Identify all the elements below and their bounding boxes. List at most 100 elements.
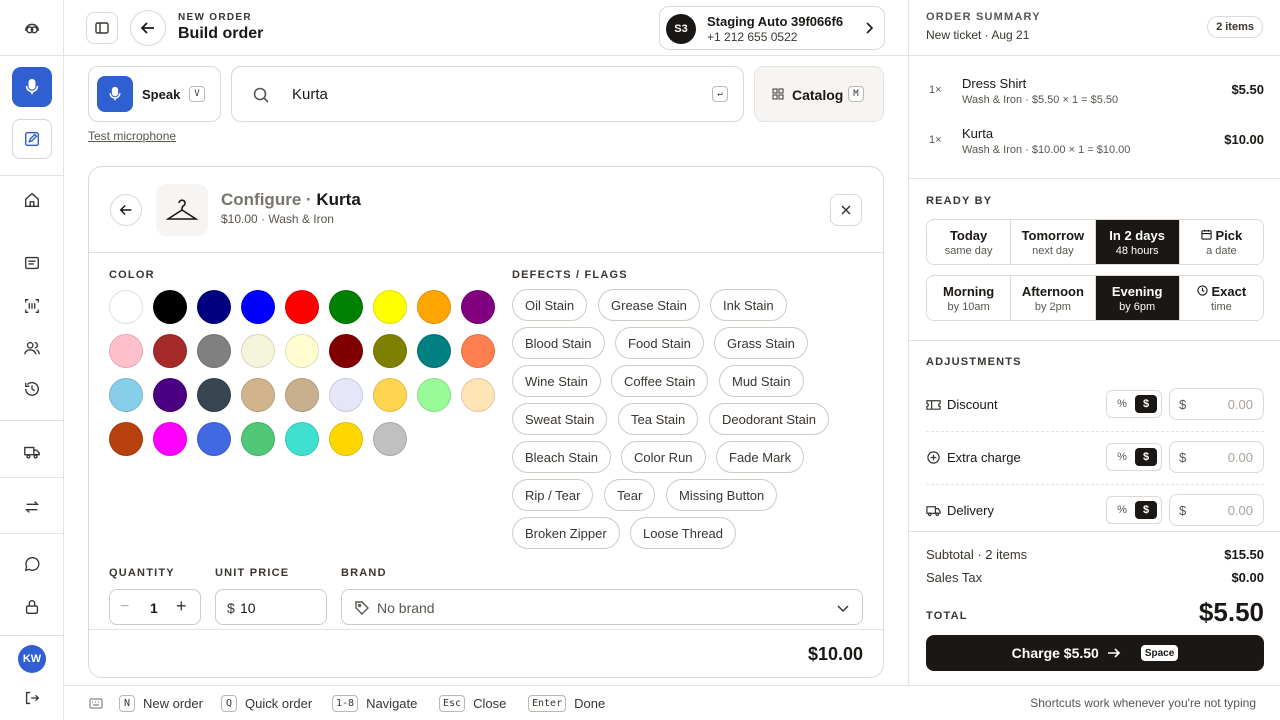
defect-flag-chip[interactable]: Food Stain bbox=[615, 327, 704, 359]
order-line[interactable]: 1× Kurta Wash & Iron · $10.00 × 1 = $10.… bbox=[926, 124, 1264, 164]
color-swatch[interactable] bbox=[285, 334, 319, 368]
color-swatch[interactable] bbox=[197, 334, 231, 368]
color-swatch[interactable] bbox=[285, 422, 319, 456]
color-swatch[interactable] bbox=[197, 290, 231, 324]
color-swatch[interactable] bbox=[461, 290, 495, 324]
transfer-icon[interactable] bbox=[12, 487, 52, 527]
user-avatar[interactable]: KW bbox=[18, 645, 46, 673]
ready-option[interactable]: Today same day bbox=[927, 220, 1012, 264]
manual-order-nav[interactable] bbox=[12, 119, 52, 159]
color-swatch[interactable] bbox=[285, 378, 319, 412]
percent-toggle[interactable]: % bbox=[1111, 448, 1133, 466]
ready-option[interactable]: Tomorrow next day bbox=[1011, 220, 1096, 264]
test-microphone-link[interactable]: Test microphone bbox=[88, 129, 176, 143]
charge-button[interactable]: Charge $5.50 Space bbox=[926, 635, 1264, 671]
color-swatch[interactable] bbox=[241, 334, 275, 368]
color-swatch[interactable] bbox=[417, 334, 451, 368]
defect-flag-chip[interactable]: Bleach Stain bbox=[512, 441, 611, 473]
color-swatch[interactable] bbox=[373, 334, 407, 368]
defect-flag-chip[interactable]: Grass Stain bbox=[714, 327, 808, 359]
color-swatch[interactable] bbox=[373, 422, 407, 456]
scan-icon[interactable] bbox=[12, 286, 52, 326]
color-swatch[interactable] bbox=[417, 290, 451, 324]
color-swatch[interactable] bbox=[417, 378, 451, 412]
back-button[interactable] bbox=[130, 10, 166, 46]
defect-flag-chip[interactable]: Broken Zipper bbox=[512, 517, 620, 549]
color-swatch[interactable] bbox=[329, 334, 363, 368]
ready-option[interactable]: Morning by 10am bbox=[927, 276, 1012, 320]
color-swatch[interactable] bbox=[461, 334, 495, 368]
color-swatch[interactable] bbox=[241, 422, 275, 456]
defect-flag-chip[interactable]: Color Run bbox=[621, 441, 706, 473]
voice-order-nav[interactable] bbox=[12, 67, 52, 107]
color-swatch[interactable] bbox=[285, 290, 319, 324]
percent-toggle[interactable]: % bbox=[1111, 395, 1133, 413]
ready-option[interactable]: Exact time bbox=[1179, 276, 1263, 320]
ready-option[interactable]: In 2 days 48 hours bbox=[1095, 220, 1180, 264]
delivery-icon[interactable] bbox=[12, 432, 52, 472]
defect-flag-chip[interactable]: Mud Stain bbox=[719, 365, 804, 397]
dollar-toggle[interactable]: $ bbox=[1135, 501, 1157, 519]
color-swatch[interactable] bbox=[241, 290, 275, 324]
color-swatch[interactable] bbox=[197, 378, 231, 412]
history-icon[interactable] bbox=[12, 369, 52, 409]
ready-option[interactable]: Afternoon by 2pm bbox=[1011, 276, 1096, 320]
increment-button[interactable]: + bbox=[176, 596, 187, 617]
app-logo-icon[interactable] bbox=[12, 8, 52, 48]
defect-flag-chip[interactable]: Wine Stain bbox=[512, 365, 601, 397]
defect-flag-chip[interactable]: Rip / Tear bbox=[512, 479, 594, 511]
chat-icon[interactable] bbox=[12, 544, 52, 584]
search-input[interactable] bbox=[292, 83, 692, 105]
sidebar-toggle-button[interactable] bbox=[86, 12, 118, 44]
color-swatch[interactable] bbox=[329, 378, 363, 412]
tickets-icon[interactable] bbox=[12, 243, 52, 283]
adjustment-amount-input[interactable]: $0.00 bbox=[1169, 388, 1264, 420]
color-swatch[interactable] bbox=[109, 290, 143, 324]
color-swatch[interactable] bbox=[241, 378, 275, 412]
defect-flag-chip[interactable]: Oil Stain bbox=[512, 289, 588, 321]
color-swatch[interactable] bbox=[373, 290, 407, 324]
adjustment-amount-input[interactable]: $0.00 bbox=[1169, 494, 1264, 526]
defect-flag-chip[interactable]: Tear bbox=[604, 479, 656, 511]
ready-option[interactable]: Pick a date bbox=[1179, 220, 1263, 264]
adjustment-amount-input[interactable]: $0.00 bbox=[1169, 441, 1264, 473]
color-swatch[interactable] bbox=[373, 378, 407, 412]
color-swatch[interactable] bbox=[197, 422, 231, 456]
decrement-button[interactable]: − bbox=[120, 598, 129, 616]
color-swatch[interactable] bbox=[153, 334, 187, 368]
color-swatch[interactable] bbox=[109, 378, 143, 412]
logout-icon[interactable] bbox=[12, 678, 52, 718]
order-line[interactable]: 1× Dress Shirt Wash & Iron · $5.50 × 1 =… bbox=[926, 74, 1264, 114]
defect-flag-chip[interactable]: Loose Thread bbox=[630, 517, 736, 549]
ready-option[interactable]: Evening by 6pm bbox=[1095, 276, 1180, 320]
defect-flag-chip[interactable]: Grease Stain bbox=[598, 289, 700, 321]
color-swatch[interactable] bbox=[153, 422, 187, 456]
defect-flag-chip[interactable]: Missing Button bbox=[666, 479, 778, 511]
defect-flag-chip[interactable]: Sweat Stain bbox=[512, 403, 608, 435]
unit-price-input[interactable]: $ 10 bbox=[215, 589, 327, 625]
defect-flag-chip[interactable]: Tea Stain bbox=[618, 403, 699, 435]
dollar-toggle[interactable]: $ bbox=[1135, 448, 1157, 466]
color-swatch[interactable] bbox=[461, 378, 495, 412]
quantity-value[interactable]: 1 bbox=[150, 600, 158, 616]
brand-select[interactable]: No brand bbox=[341, 589, 863, 625]
defect-flag-chip[interactable]: Ink Stain bbox=[710, 289, 787, 321]
color-swatch[interactable] bbox=[329, 422, 363, 456]
color-swatch[interactable] bbox=[109, 422, 143, 456]
color-swatch[interactable] bbox=[153, 290, 187, 324]
defect-flag-chip[interactable]: Fade Mark bbox=[716, 441, 805, 473]
catalog-button[interactable]: Catalog M bbox=[754, 66, 884, 122]
lock-icon[interactable] bbox=[12, 587, 52, 627]
close-configure-button[interactable] bbox=[830, 194, 862, 226]
color-swatch[interactable] bbox=[109, 334, 143, 368]
color-swatch[interactable] bbox=[329, 290, 363, 324]
color-swatch[interactable] bbox=[153, 378, 187, 412]
defect-flag-chip[interactable]: Blood Stain bbox=[512, 327, 605, 359]
defect-flag-chip[interactable]: Deodorant Stain bbox=[709, 403, 829, 435]
speak-button[interactable]: Speak V bbox=[88, 66, 221, 122]
customer-selector[interactable]: S3 Staging Auto 39f066f6 +1 212 655 0522 bbox=[659, 6, 885, 50]
percent-toggle[interactable]: % bbox=[1111, 501, 1133, 519]
defect-flag-chip[interactable]: Coffee Stain bbox=[611, 365, 709, 397]
dollar-toggle[interactable]: $ bbox=[1135, 395, 1157, 413]
customers-icon[interactable] bbox=[12, 328, 52, 368]
